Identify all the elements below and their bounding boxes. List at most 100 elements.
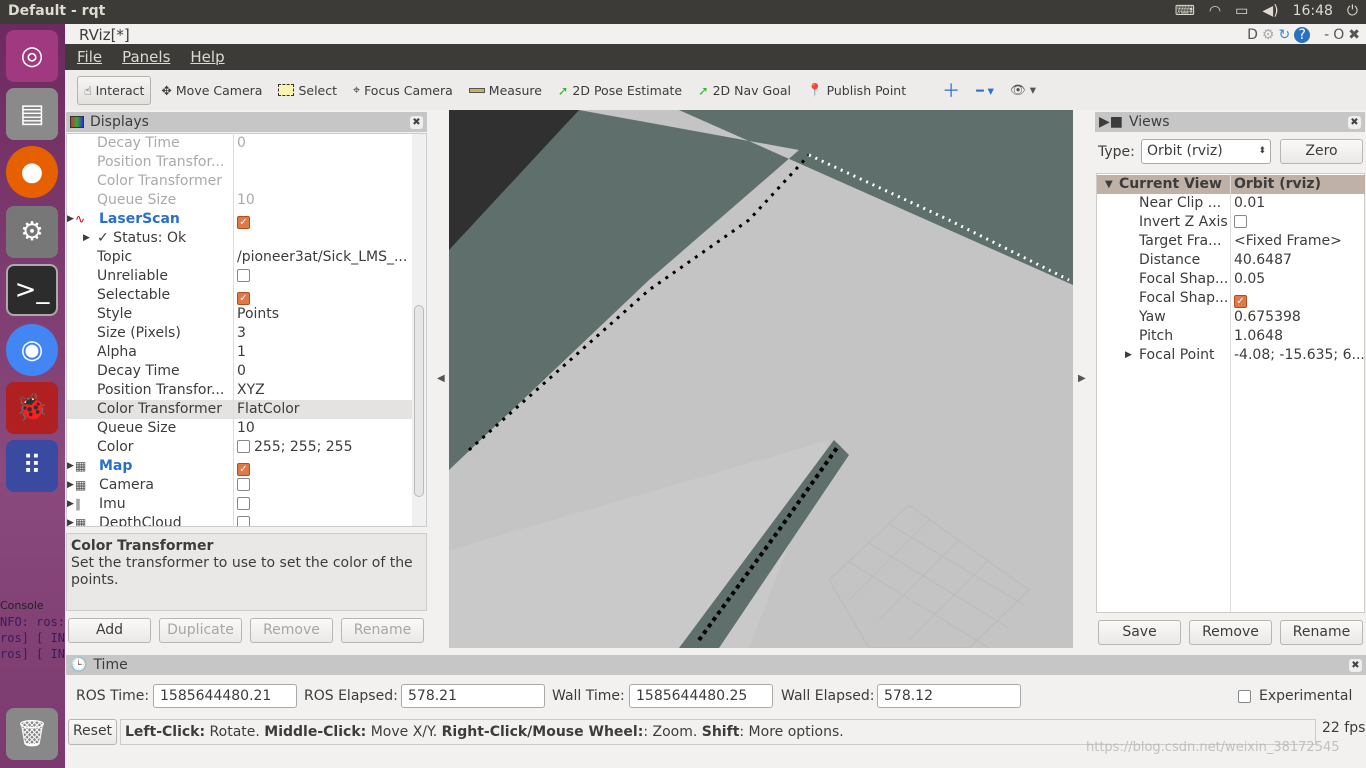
experimental-checkbox[interactable] <box>1238 690 1251 703</box>
property-row[interactable]: Color Transformer FlatColor <box>67 400 415 419</box>
property-value[interactable]: XYZ <box>237 381 413 400</box>
property-row[interactable]: ▶ ∥ Imu <box>67 495 415 514</box>
menu-file[interactable]: File <box>77 48 102 66</box>
checkbox[interactable] <box>1234 215 1247 228</box>
interact-tool[interactable]: ☝ Interact <box>77 75 152 105</box>
duplicate-button[interactable]: Duplicate <box>159 618 242 643</box>
property-row[interactable]: ▶ ▦ Map ✓ <box>67 457 415 476</box>
property-row[interactable]: Style Points <box>67 305 415 324</box>
expand-arrow-icon[interactable]: ▶ <box>1125 346 1132 365</box>
add-button[interactable]: Add <box>68 618 151 643</box>
save-button[interactable]: Save <box>1098 620 1181 645</box>
minimize-button[interactable]: - <box>1324 27 1329 43</box>
property-row[interactable]: ▶ ▦ Camera <box>67 476 415 495</box>
property-row[interactable]: Alpha 1 <box>67 343 415 362</box>
property-value[interactable]: ✓ <box>237 210 413 229</box>
gear-icon[interactable]: ⚙ <box>1262 27 1275 43</box>
expand-arrow-icon[interactable]: ▶ <box>67 476 74 495</box>
expand-arrow-icon[interactable]: ▶ <box>67 210 74 229</box>
reload-icon[interactable]: ↻ <box>1278 27 1290 43</box>
settings-icon[interactable]: ⚙ <box>6 206 58 258</box>
property-value[interactable]: ✓ <box>1234 289 1364 308</box>
terminal-icon[interactable]: >_ <box>6 264 58 316</box>
wall-elapsed-field[interactable]: 578.12 <box>877 684 1021 708</box>
close-icon[interactable]: ✖ <box>1348 27 1360 43</box>
property-value[interactable]: 0 <box>237 134 413 153</box>
clock[interactable]: 16:48 <box>1293 3 1333 19</box>
property-row[interactable]: Position Transfor... XYZ <box>67 381 415 400</box>
help-icon[interactable]: ? <box>1294 27 1311 43</box>
measure-tool[interactable]: Measure <box>463 77 548 104</box>
checkbox[interactable]: ✓ <box>1234 295 1247 308</box>
view-property-row[interactable]: Focal Shap... ✓ <box>1097 289 1365 308</box>
property-row[interactable]: Queue Size 10 <box>67 191 415 210</box>
property-row[interactable]: Queue Size 10 <box>67 419 415 438</box>
close-icon[interactable]: ✖ <box>1348 115 1361 129</box>
checkbox[interactable] <box>237 497 250 510</box>
property-value[interactable]: 1 <box>237 343 413 362</box>
chrome-icon[interactable]: ◉ <box>6 324 58 376</box>
expand-arrow-icon[interactable]: ▶ <box>67 514 74 526</box>
property-value[interactable]: 10 <box>237 419 413 438</box>
property-row[interactable]: Selectable ✓ <box>67 286 415 305</box>
view-property-row[interactable]: ▶ Focal Point -4.08; -15.635; 6.... <box>1097 346 1365 365</box>
move-camera-tool[interactable]: ✥ Move Camera <box>155 77 268 104</box>
property-row[interactable]: Color Transformer <box>67 172 415 191</box>
eye-icon[interactable]: 👁 ▾ <box>1004 76 1042 104</box>
property-value[interactable]: ✓ <box>237 457 413 476</box>
expand-arrow-icon[interactable]: ▼ <box>1105 175 1113 194</box>
color-swatch[interactable] <box>237 440 250 453</box>
property-value[interactable]: 0.05 <box>1234 270 1364 289</box>
property-row[interactable]: ▶ ∿ LaserScan ✓ <box>67 210 415 229</box>
3d-render-view[interactable] <box>449 110 1073 648</box>
checkbox[interactable] <box>237 516 250 526</box>
view-property-row[interactable]: Target Fra... <Fixed Frame> <box>1097 232 1365 251</box>
property-row[interactable]: Position Transfor... <box>67 153 415 172</box>
pose-estimate-tool[interactable]: ➚ 2D Pose Estimate <box>552 77 688 104</box>
focus-camera-tool[interactable]: ⌖ Focus Camera <box>347 76 459 104</box>
view-property-row[interactable]: Invert Z Axis <box>1097 213 1365 232</box>
view-type-select[interactable]: Orbit (rviz) ⬍ <box>1141 139 1271 164</box>
property-row[interactable]: Color 255; 255; 255 <box>67 438 415 457</box>
view-property-row[interactable]: Near Clip ... 0.01 <box>1097 194 1365 213</box>
scrollbar-thumb[interactable] <box>414 305 424 497</box>
property-value[interactable] <box>237 267 413 286</box>
property-value[interactable]: <Fixed Frame> <box>1234 232 1364 251</box>
view-property-row[interactable]: Yaw 0.675398 <box>1097 308 1365 327</box>
wall-time-field[interactable]: 1585644480.25 <box>629 684 773 708</box>
checkbox[interactable]: ✓ <box>237 463 250 476</box>
current-view-header[interactable]: ▼ Current View Orbit (rviz) <box>1097 175 1365 194</box>
property-value[interactable]: FlatColor <box>237 400 413 419</box>
expand-arrow-icon[interactable]: ▶ <box>83 229 90 248</box>
property-value[interactable]: Points <box>237 305 413 324</box>
nav-goal-tool[interactable]: ➚ 2D Nav Goal <box>692 77 797 104</box>
dock-button[interactable]: D <box>1247 27 1258 43</box>
view-property-row[interactable]: Focal Shap... 0.05 <box>1097 270 1365 289</box>
property-value[interactable]: /pioneer3at/Sick_LMS_... <box>237 248 413 267</box>
property-value[interactable]: -4.08; -15.635; 6.... <box>1234 346 1364 365</box>
property-value[interactable]: 0.01 <box>1234 194 1364 213</box>
menu-help[interactable]: Help <box>190 48 224 66</box>
select-tool[interactable]: Select <box>272 77 343 104</box>
collapse-right-arrow-icon[interactable]: ▶ <box>1078 373 1086 384</box>
expand-arrow-icon[interactable]: ▶ <box>67 495 74 514</box>
property-value[interactable] <box>237 476 413 495</box>
property-value[interactable]: ✓ <box>237 286 413 305</box>
firefox-icon[interactable]: ● <box>6 146 58 198</box>
checkbox[interactable] <box>237 269 250 282</box>
remove-view-button[interactable]: Remove <box>1189 620 1272 645</box>
checkbox[interactable] <box>237 478 250 491</box>
property-row[interactable]: Topic/pioneer3at/Sick_LMS_... <box>67 248 415 267</box>
property-row[interactable]: Unreliable <box>67 267 415 286</box>
reset-button[interactable]: Reset <box>68 719 117 745</box>
property-value[interactable]: 255; 255; 255 <box>237 438 413 457</box>
close-icon[interactable]: ✖ <box>1349 658 1362 672</box>
trash-icon[interactable]: 🗑 <box>6 708 58 760</box>
ros-elapsed-field[interactable]: 578.21 <box>401 684 545 708</box>
bug-icon[interactable]: 🐞 <box>6 382 58 434</box>
property-value[interactable]: 0 <box>237 362 413 381</box>
ubuntu-icon[interactable]: ◎ <box>6 30 58 82</box>
rename-view-button[interactable]: Rename <box>1280 620 1363 645</box>
ros-time-field[interactable]: 1585644480.21 <box>153 684 297 708</box>
volume-icon[interactable]: ◀) <box>1262 3 1278 19</box>
